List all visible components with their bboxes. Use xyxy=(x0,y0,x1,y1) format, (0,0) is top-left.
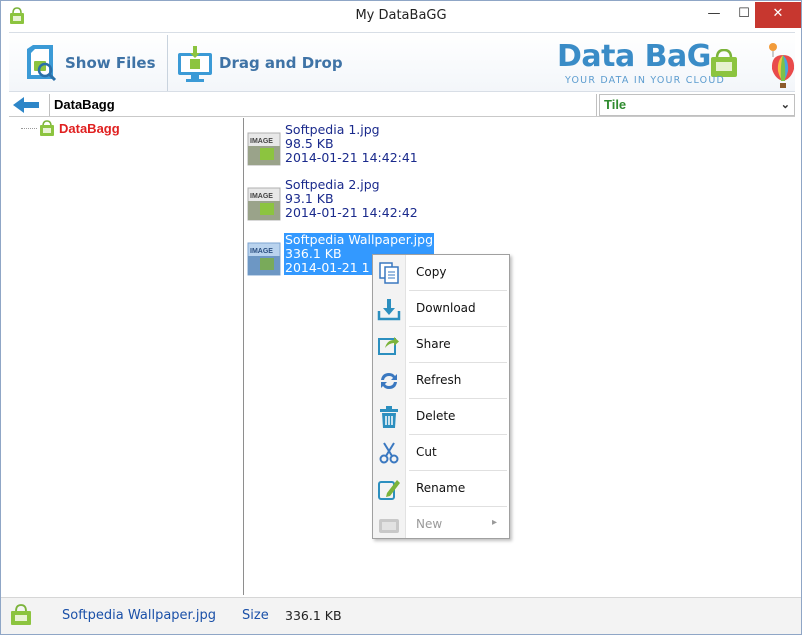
svg-text:IMAGE: IMAGE xyxy=(250,248,273,255)
view-mode-value: Tile xyxy=(604,97,627,112)
chevron-down-icon: ⌄ xyxy=(780,99,790,111)
tree-node-label: DataBagg xyxy=(59,121,120,136)
window-title: My DataBaGG xyxy=(355,8,447,23)
file-name: Softpedia 2.jpg xyxy=(285,177,380,192)
databagg-logo: Data BaG YOUR DATA IN YOUR CLOUD xyxy=(557,39,747,87)
file-item[interactable]: IMAGE Softpedia 1.jpg 98.5 KB 2014-01-21… xyxy=(247,123,419,175)
svg-text:IMAGE: IMAGE xyxy=(250,193,273,200)
menu-item-label: New xyxy=(416,517,443,531)
logo-tagline: YOUR DATA IN YOUR CLOUD xyxy=(565,75,726,86)
menu-item-share[interactable]: Share xyxy=(373,327,509,363)
show-files-button[interactable]: Show Files xyxy=(23,37,156,89)
status-size-value: 336.1 KB xyxy=(285,608,342,623)
menu-item-copy[interactable]: Copy xyxy=(373,255,509,291)
balloon-icon xyxy=(769,43,795,88)
file-size: 93.1 KB xyxy=(285,191,334,206)
app-window: My DataBaGG — ☐ ✕ Show Files Drag and Dr… xyxy=(0,0,802,635)
menu-item-label: Cut xyxy=(416,445,437,459)
show-files-label: Show Files xyxy=(65,54,156,72)
rename-icon xyxy=(378,480,400,500)
tree-node-root[interactable]: DataBagg xyxy=(21,120,120,137)
status-bar: Softpedia Wallpaper.jpg Size 336.1 KB xyxy=(1,597,801,634)
new-icon xyxy=(379,519,399,533)
image-thumbnail-icon: IMAGE xyxy=(247,242,281,276)
image-thumbnail-icon: IMAGE xyxy=(247,132,281,166)
menu-item-new[interactable]: New ▸ xyxy=(373,507,509,543)
path-field[interactable]: DataBagg xyxy=(49,94,597,116)
file-date: 2014-01-21 14:42:42 xyxy=(285,205,418,220)
copy-icon xyxy=(379,262,399,284)
menu-item-label: Rename xyxy=(416,481,466,495)
folder-tree: DataBagg xyxy=(9,118,244,595)
menu-item-label: Share xyxy=(416,337,451,351)
share-icon xyxy=(378,337,399,355)
refresh-icon xyxy=(381,373,397,389)
menu-item-cut[interactable]: Cut xyxy=(373,435,509,471)
image-thumbnail-icon: IMAGE xyxy=(247,187,281,221)
file-name: Softpedia 1.jpg xyxy=(285,122,380,137)
menu-item-rename[interactable]: Rename xyxy=(373,471,509,507)
drag-and-drop-icon xyxy=(178,46,212,82)
back-arrow-icon[interactable] xyxy=(11,95,41,115)
context-menu: Copy Download Share Refresh Delete Cut R… xyxy=(372,254,510,539)
drag-and-drop-button[interactable]: Drag and Drop xyxy=(177,37,343,89)
tree-connector xyxy=(21,128,37,129)
logo-wordmark: Data BaG xyxy=(557,39,711,74)
scissors-icon xyxy=(379,442,399,464)
file-item[interactable]: IMAGE Softpedia 2.jpg 93.1 KB 2014-01-21… xyxy=(247,178,419,230)
bag-status-icon xyxy=(11,604,31,625)
logo-bag-icon xyxy=(711,49,737,77)
svg-text:IMAGE: IMAGE xyxy=(250,138,273,145)
menu-item-download[interactable]: Download xyxy=(373,291,509,327)
file-list: IMAGE Softpedia 1.jpg 98.5 KB 2014-01-21… xyxy=(245,118,795,595)
status-file-name: Softpedia Wallpaper.jpg xyxy=(62,608,216,623)
view-mode-select[interactable]: Tile ⌄ xyxy=(599,94,795,116)
menu-item-label: Refresh xyxy=(416,373,462,387)
submenu-arrow-icon: ▸ xyxy=(491,517,497,528)
menu-item-label: Download xyxy=(416,301,476,315)
menu-item-delete[interactable]: Delete xyxy=(373,399,509,435)
show-files-icon xyxy=(27,45,57,82)
menu-item-label: Copy xyxy=(416,265,447,279)
bag-folder-icon xyxy=(40,120,54,136)
menu-item-label: Delete xyxy=(416,409,456,423)
file-name: Softpedia Wallpaper.jpg xyxy=(284,232,435,247)
toolbar: Show Files Drag and Drop Data BaG YOUR D… xyxy=(9,32,795,92)
close-button[interactable]: ✕ xyxy=(755,2,801,28)
address-bar: DataBagg Tile ⌄ xyxy=(9,93,795,117)
trash-icon xyxy=(380,406,398,428)
status-size-label: Size xyxy=(242,608,269,623)
file-date: 2014-01-21 14:42:41 xyxy=(285,150,418,165)
file-size: 98.5 KB xyxy=(285,136,334,151)
toolbar-separator xyxy=(167,35,168,91)
drag-and-drop-label: Drag and Drop xyxy=(219,54,343,72)
minimize-button[interactable]: — xyxy=(699,2,729,28)
menu-item-refresh[interactable]: Refresh xyxy=(373,363,509,399)
download-icon xyxy=(377,299,401,321)
title-bar: My DataBaGG — ☐ ✕ xyxy=(1,1,801,31)
